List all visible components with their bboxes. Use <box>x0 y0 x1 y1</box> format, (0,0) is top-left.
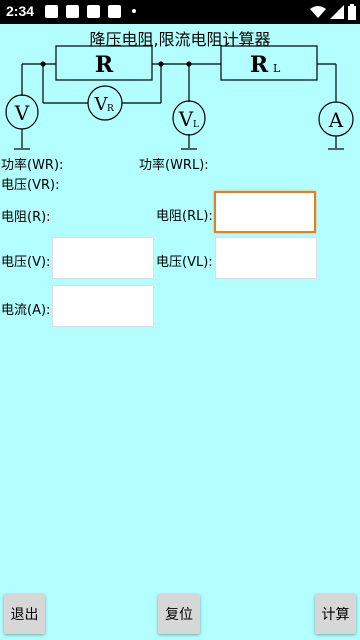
calculate-button[interactable]: 计算 <box>315 594 356 634</box>
notification-icon <box>108 5 121 18</box>
more-notifications-icon <box>132 9 136 13</box>
resistance-r-label: 电阻(R): <box>1 210 51 225</box>
resistor-rl <box>220 45 318 81</box>
voltage-v-input[interactable] <box>52 237 154 279</box>
notification-icon <box>66 5 79 18</box>
voltmeter-v-label: V <box>14 101 30 125</box>
resistor-rl-subscript: L <box>273 62 281 75</box>
current-a-label: 电流(A): <box>1 303 51 318</box>
image-notification-icon <box>45 5 58 18</box>
resistance-rl-label: 电阻(RL): <box>156 209 213 224</box>
voltage-vl-input[interactable] <box>215 237 317 279</box>
reset-button[interactable]: 复位 <box>158 594 200 634</box>
power-wrl-label: 功率(WRL): <box>139 158 209 173</box>
battery-icon <box>348 4 356 20</box>
junction-dot <box>186 61 192 67</box>
current-a-input[interactable] <box>52 285 154 327</box>
notification-icon <box>87 5 100 18</box>
exit-button[interactable]: 退出 <box>4 594 45 634</box>
ammeter-a-label: A <box>328 108 344 132</box>
wifi-icon <box>310 6 326 18</box>
app-screen: 降压电阻,限流电阻计算器 R R L V V R V L A 功率(WR): 功… <box>0 24 360 640</box>
junction-dot <box>158 61 164 67</box>
status-time: 2:34 <box>6 3 35 19</box>
power-wr-label: 功率(WR): <box>1 158 64 173</box>
voltmeter-vl-subscript: L <box>193 120 199 130</box>
voltmeter-vl-label: V <box>178 107 194 131</box>
voltage-v-label: 电压(V): <box>1 255 51 270</box>
resistor-r-label: R <box>95 52 114 78</box>
voltmeter-vr-subscript: R <box>107 104 114 114</box>
voltage-vr-label: 电压(VR): <box>1 178 60 193</box>
junction-dot <box>40 61 46 67</box>
signal-icon <box>330 5 344 19</box>
resistance-rl-input[interactable] <box>214 191 316 233</box>
voltage-vl-label: 电压(VL): <box>156 255 213 270</box>
status-bar: 2:34 <box>0 0 360 24</box>
circuit-diagram: R R L V V R V L A <box>5 45 354 150</box>
resistor-rl-label: R <box>250 52 269 78</box>
